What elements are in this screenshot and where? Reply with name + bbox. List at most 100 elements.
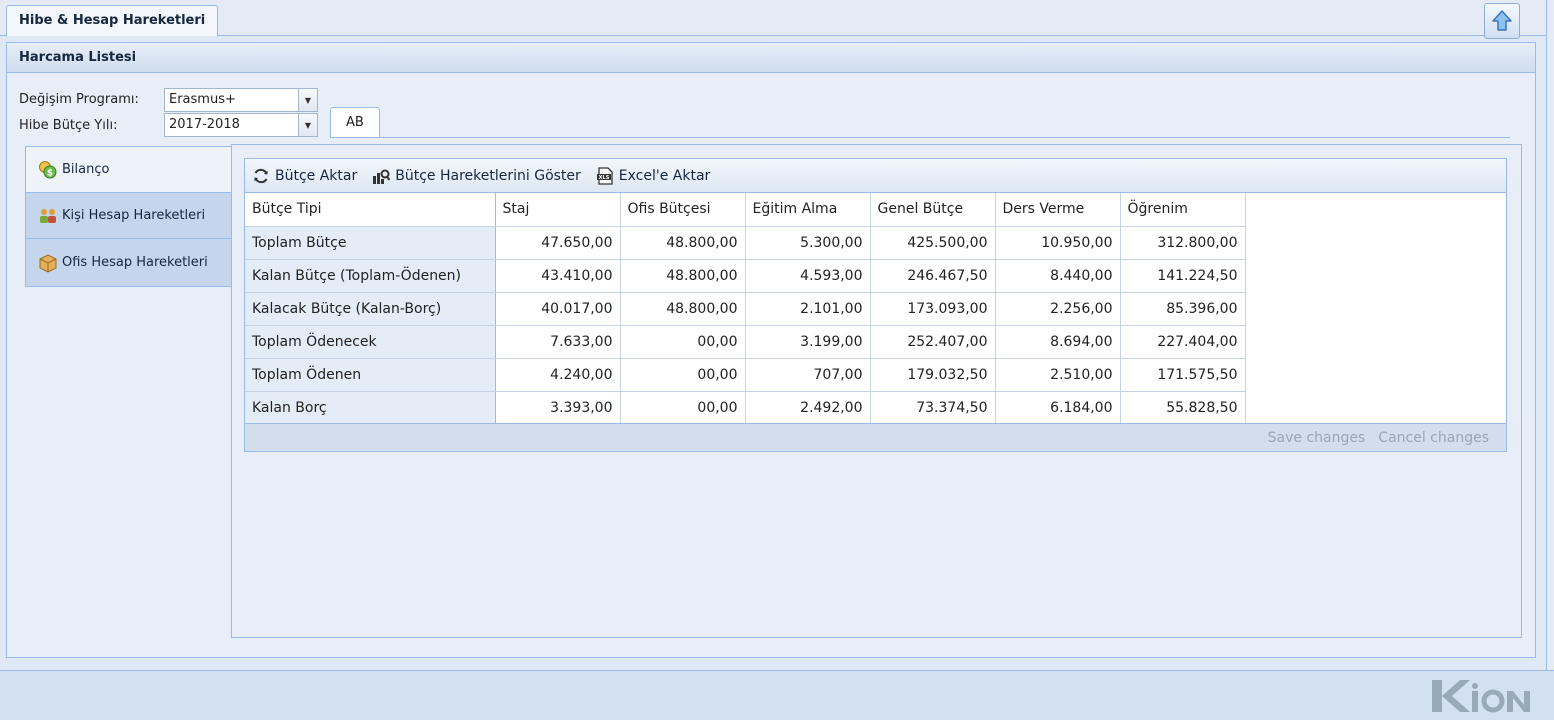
table-cell[interactable]: 3.393,00 — [495, 391, 621, 425]
table-cell[interactable]: 4.240,00 — [495, 358, 621, 392]
butce-hareketleri-goster-button[interactable]: Bütçe Hareketlerini Göster — [372, 167, 581, 185]
table-cell[interactable]: 2.510,00 — [995, 358, 1121, 392]
row-label: Kalan Borç — [245, 391, 496, 425]
table-cell[interactable]: 425.500,00 — [870, 226, 996, 260]
nav-item-label: Kişi Hesap Hareketleri — [62, 208, 206, 223]
table-cell[interactable]: 48.800,00 — [620, 259, 746, 293]
refresh-icon — [252, 167, 270, 185]
nav-item-label: Bilanço — [62, 162, 110, 177]
cancel-changes-button[interactable]: Cancel changes — [1378, 430, 1489, 446]
row-label: Kalan Bütçe (Toplam-Ödenen) — [245, 259, 496, 293]
table-cell[interactable]: 2.492,00 — [745, 391, 871, 425]
excel-icon: XLS — [596, 166, 614, 185]
column-header[interactable]: Eğitim Alma — [745, 193, 871, 227]
program-combo[interactable]: Erasmus+ ▼ — [164, 88, 318, 112]
table-cell[interactable]: 85.396,00 — [1120, 292, 1246, 326]
harcama-listesi-panel: Harcama Listesi Değişim Programı: Erasmu… — [6, 42, 1536, 658]
table-cell[interactable]: 4.593,00 — [745, 259, 871, 293]
left-nav: $ Bilanço Kişi Hesap Hareketleri Ofis He… — [25, 146, 232, 287]
tab-hibe-hesap-hareketleri[interactable]: Hibe & Hesap Hareketleri — [6, 5, 219, 36]
column-header[interactable]: Öğrenim — [1120, 193, 1246, 227]
column-header[interactable]: Ders Verme — [995, 193, 1121, 227]
row-label: Toplam Bütçe — [245, 226, 496, 260]
table-cell[interactable]: 179.032,50 — [870, 358, 996, 392]
program-label: Değişim Programı: — [19, 92, 139, 107]
arrow-up-icon — [1491, 9, 1513, 33]
table-cell[interactable]: 48.800,00 — [620, 226, 746, 260]
table-cell[interactable]: 55.828,50 — [1120, 391, 1246, 425]
table-row[interactable]: Kalan Borç 3.393,00 00,00 2.492,00 73.37… — [245, 391, 1246, 425]
butce-hareketleri-label: Bütçe Hareketlerini Göster — [395, 167, 581, 184]
nav-item-bilanco[interactable]: $ Bilanço — [26, 147, 231, 193]
table-cell[interactable]: 00,00 — [620, 391, 746, 425]
column-header[interactable]: Bütçe Tipi — [245, 193, 496, 227]
table-row[interactable]: Toplam Ödenecek 7.633,00 00,00 3.199,00 … — [245, 325, 1246, 359]
table-cell[interactable]: 173.093,00 — [870, 292, 996, 326]
table-cell[interactable]: 00,00 — [620, 358, 746, 392]
table-cell[interactable]: 40.017,00 — [495, 292, 621, 326]
table-cell[interactable]: 73.374,50 — [870, 391, 996, 425]
top-tab-strip: Hibe & Hesap Hareketleri — [0, 0, 1554, 36]
budget-table: Bütçe Tipi Staj Ofis Bütçesi Eğitim Alma… — [245, 193, 1246, 425]
program-value: Erasmus+ — [169, 92, 236, 107]
nav-item-label: Ofis Hesap Hareketleri — [62, 255, 208, 270]
table-cell[interactable]: 5.300,00 — [745, 226, 871, 260]
chart-search-icon — [372, 167, 391, 185]
table-cell[interactable]: 246.467,50 — [870, 259, 996, 293]
money-icon: $ — [38, 160, 58, 180]
column-header[interactable]: Ofis Bütçesi — [620, 193, 746, 227]
table-cell[interactable]: 8.440,00 — [995, 259, 1121, 293]
table-cell[interactable]: 48.800,00 — [620, 292, 746, 326]
row-label: Kalacak Bütçe (Kalan-Borç) — [245, 292, 496, 326]
scroll-top-button[interactable] — [1484, 3, 1520, 39]
table-cell[interactable]: 252.407,00 — [870, 325, 996, 359]
table-row[interactable]: Kalan Bütçe (Toplam-Ödenen) 43.410,00 48… — [245, 259, 1246, 293]
column-header[interactable]: Staj — [495, 193, 621, 227]
right-edge — [1546, 0, 1554, 670]
save-changes-button[interactable]: Save changes — [1268, 430, 1366, 446]
chevron-down-icon[interactable]: ▼ — [298, 89, 317, 111]
budget-grid: Bütçe Aktar Bütçe Hareketlerini Göster X… — [244, 158, 1507, 452]
kion-logo — [1430, 676, 1532, 716]
year-combo[interactable]: 2017-2018 ▼ — [164, 113, 318, 137]
table-cell[interactable]: 3.199,00 — [745, 325, 871, 359]
table-cell[interactable]: 10.950,00 — [995, 226, 1121, 260]
box-icon — [38, 253, 58, 273]
table-cell[interactable]: 141.224,50 — [1120, 259, 1246, 293]
row-label: Toplam Ödenen — [245, 358, 496, 392]
column-header[interactable]: Genel Bütçe — [870, 193, 996, 227]
svg-text:XLS: XLS — [598, 175, 609, 181]
table-cell[interactable]: 7.633,00 — [495, 325, 621, 359]
grid-footer: Save changes Cancel changes — [245, 423, 1506, 451]
nav-item-kisi-hesap[interactable]: Kişi Hesap Hareketleri — [26, 193, 231, 239]
table-header-row: Bütçe Tipi Staj Ofis Bütçesi Eğitim Alma… — [245, 193, 1246, 227]
row-label: Toplam Ödenecek — [245, 325, 496, 359]
table-cell[interactable]: 47.650,00 — [495, 226, 621, 260]
table-row[interactable]: Toplam Bütçe 47.650,00 48.800,00 5.300,0… — [245, 226, 1246, 260]
table-cell[interactable]: 227.404,00 — [1120, 325, 1246, 359]
tab-divider — [330, 137, 1510, 138]
butce-aktar-button[interactable]: Bütçe Aktar — [252, 167, 357, 185]
svg-text:$: $ — [47, 168, 53, 178]
tab-ab[interactable]: AB — [330, 107, 380, 138]
butce-aktar-label: Bütçe Aktar — [275, 167, 358, 184]
table-cell[interactable]: 707,00 — [745, 358, 871, 392]
users-icon — [38, 206, 58, 226]
table-row[interactable]: Toplam Ödenen 4.240,00 00,00 707,00 179.… — [245, 358, 1246, 392]
table-cell[interactable]: 43.410,00 — [495, 259, 621, 293]
panel-title: Harcama Listesi — [7, 43, 1535, 73]
year-label: Hibe Bütçe Yılı: — [19, 118, 118, 133]
table-cell[interactable]: 8.694,00 — [995, 325, 1121, 359]
table-cell[interactable]: 00,00 — [620, 325, 746, 359]
table-cell[interactable]: 312.800,00 — [1120, 226, 1246, 260]
excel-aktar-label: Excel'e Aktar — [618, 167, 711, 184]
table-cell[interactable]: 2.101,00 — [745, 292, 871, 326]
bottom-bar — [0, 670, 1554, 720]
table-cell[interactable]: 171.575,50 — [1120, 358, 1246, 392]
chevron-down-icon[interactable]: ▼ — [298, 114, 317, 136]
table-cell[interactable]: 2.256,00 — [995, 292, 1121, 326]
table-row[interactable]: Kalacak Bütçe (Kalan-Borç) 40.017,00 48.… — [245, 292, 1246, 326]
table-cell[interactable]: 6.184,00 — [995, 391, 1121, 425]
excel-aktar-button[interactable]: XLS Excel'e Aktar — [596, 166, 711, 185]
nav-item-ofis-hesap[interactable]: Ofis Hesap Hareketleri — [26, 239, 231, 286]
